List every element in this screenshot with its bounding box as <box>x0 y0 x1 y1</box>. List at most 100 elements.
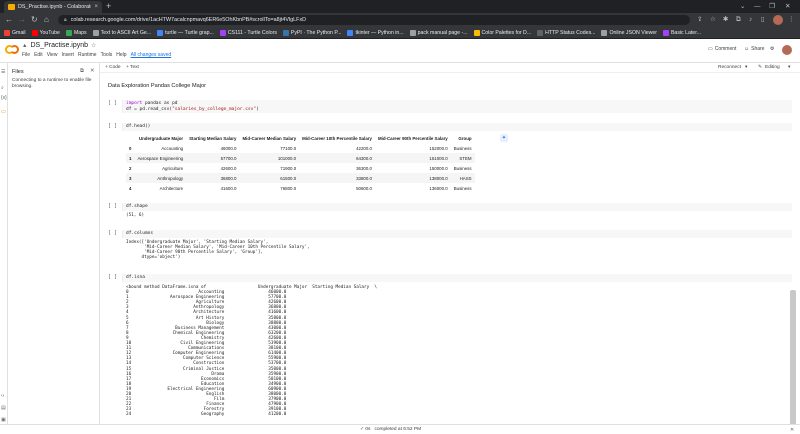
search-icon[interactable]: ⌕ <box>1 85 4 91</box>
left-rail: ☰ ⌕ {x} ▭ ‹› ▤ ▣ <box>0 63 8 430</box>
magic-wand-icon[interactable]: ✦ <box>500 134 508 142</box>
bookmark-item[interactable]: Color Palettes for D... <box>473 29 531 36</box>
edit-pencil-icon: ✎ <box>758 65 763 70</box>
code-cell-import[interactable]: [ ] import pandas as pd df = pd.read_csv… <box>106 100 796 114</box>
run-cell-button[interactable]: [ ] <box>108 123 117 129</box>
extension-puzzle-icon[interactable]: ⧉ <box>736 15 741 25</box>
editing-dropdown-icon[interactable]: ▾ <box>788 65 790 70</box>
menu-file[interactable]: File <box>22 52 30 58</box>
bookmark-item[interactable]: Maps <box>65 29 87 36</box>
code-cell-shape[interactable]: [ ] df.shape (51, 6) <box>106 203 796 221</box>
run-cell-button[interactable]: [ ] <box>108 230 117 236</box>
code-string: "salaries_by_college_major.csv" <box>172 106 257 112</box>
notebook-scrollbar[interactable] <box>790 290 796 425</box>
run-cell-button[interactable]: [ ] <box>108 274 117 280</box>
run-cell-button[interactable]: [ ] <box>108 203 117 209</box>
code-cell-head[interactable]: [ ] df.head() Undergraduate Major Startin… <box>106 123 796 198</box>
browser-tab[interactable]: DS_Practise.ipynb - Colaboratory × <box>4 1 102 13</box>
bookmark-item[interactable]: pack manual page -... <box>409 29 468 36</box>
status-close-icon[interactable]: ✕ <box>790 427 794 433</box>
bookmark-item[interactable]: PyPI · The Python P... <box>282 29 341 36</box>
menu-insert[interactable]: Insert <box>61 52 74 58</box>
media-icon[interactable]: ♪ <box>749 15 752 25</box>
bookmark-item[interactable]: Online JSON Viewer <box>601 29 657 36</box>
share-button[interactable]: ☺ Share <box>744 46 764 52</box>
table-cell: STEM <box>450 153 475 163</box>
editing-mode-button[interactable]: Editing <box>765 65 780 70</box>
add-text-button[interactable]: + Text <box>126 65 139 70</box>
command-palette-icon[interactable]: ▤ <box>1 405 6 411</box>
colab-menubar: File Edit View Insert Runtime Tools Help All ch… <box>22 52 171 58</box>
table-cell: 101000.0 <box>239 153 300 163</box>
colab-profile-avatar[interactable] <box>782 45 792 55</box>
bookmark-item[interactable]: CS111 - Turtle Colors <box>219 29 277 36</box>
code-text: pandas as pd <box>142 101 178 106</box>
comment-icon: ▭ <box>708 46 713 52</box>
settings-gear-icon[interactable]: ⚙ <box>770 46 774 52</box>
menu-runtime[interactable]: Runtime <box>78 52 97 58</box>
bookmark-item[interactable]: HTTP Status Codes... <box>537 29 595 36</box>
folder-icon[interactable]: ▭ <box>1 109 6 115</box>
forward-icon[interactable]: → <box>18 14 26 26</box>
toc-icon[interactable]: ☰ <box>1 69 5 75</box>
back-icon[interactable]: ← <box>5 14 13 26</box>
execution-duration: 0s <box>365 427 371 432</box>
minimize-icon[interactable]: — <box>754 1 761 12</box>
code-snippets-icon[interactable]: ‹› <box>1 393 4 399</box>
code-editor[interactable]: df.shape <box>122 203 792 211</box>
code-editor[interactable]: df.head() <box>122 123 792 131</box>
tab-close-icon[interactable]: × <box>94 4 98 10</box>
notebook-name[interactable]: DS_Practise.ipynb <box>30 42 88 49</box>
add-code-button[interactable]: + Code <box>105 65 121 70</box>
code-cell-isna[interactable]: [ ] df.isna <bound method DataFrame.isna… <box>106 274 796 424</box>
code-editor[interactable]: df.isna <box>122 274 792 282</box>
person-add-icon: ☺ <box>744 46 750 52</box>
colab-logo-icon[interactable] <box>5 45 19 55</box>
bookmark-favicon-icon <box>473 29 480 36</box>
close-panel-icon[interactable]: ✕ <box>90 68 95 74</box>
run-cell-button[interactable]: [ ] <box>108 100 117 106</box>
bookmark-item[interactable]: turtle — Turtle grap... <box>157 29 214 36</box>
bookmark-item[interactable]: Gmail <box>4 29 26 36</box>
maximize-icon[interactable]: ❐ <box>769 1 775 12</box>
runtime-dropdown-icon[interactable]: ▾ <box>745 65 747 70</box>
saved-status-link[interactable]: All changes saved <box>131 52 172 58</box>
menu-help[interactable]: Help <box>116 52 126 58</box>
table-cell: 64300.0 <box>299 153 375 163</box>
menu-tools[interactable]: Tools <box>101 52 113 58</box>
share-icon[interactable]: ⇪ <box>697 15 702 25</box>
extensions-icon[interactable]: ✱ <box>723 15 728 25</box>
table-cell: 46000.0 <box>220 145 237 151</box>
bookmark-item[interactable]: tkinter — Python in... <box>347 29 404 36</box>
table-cell: 77100.0 <box>280 145 297 151</box>
close-window-icon[interactable]: ✕ <box>785 1 790 12</box>
terminal-icon[interactable]: ▣ <box>1 417 6 423</box>
reload-icon[interactable]: ↻ <box>31 14 38 26</box>
bookmark-favicon-icon <box>537 29 544 36</box>
table-cell: Accounting <box>161 145 184 151</box>
browser-menu-icon[interactable]: ⋮ <box>788 15 795 25</box>
bookmark-item[interactable]: Basic Later... <box>662 29 701 36</box>
sidepanel-icon[interactable]: ▯ <box>761 15 765 25</box>
menu-edit[interactable]: Edit <box>34 52 43 58</box>
star-icon[interactable]: ☆ <box>91 42 96 49</box>
markdown-heading-cell[interactable]: Data Exploration Pandas College Major <box>108 83 206 89</box>
tab-search-icon[interactable]: ⌄ <box>740 1 745 12</box>
bookmark-item[interactable]: YouTube <box>31 29 60 36</box>
variables-icon[interactable]: {x} <box>1 95 7 101</box>
open-in-tab-icon[interactable]: ⧉ <box>80 68 84 75</box>
code-editor[interactable]: df.columns <box>122 230 792 238</box>
code-editor[interactable]: import pandas as pd df = pd.read_csv("sa… <box>122 100 792 114</box>
home-icon[interactable]: ⌂ <box>44 14 49 26</box>
bookmark-item[interactable]: Text to ASCII Art Ge... <box>92 29 151 36</box>
menu-view[interactable]: View <box>47 52 58 58</box>
new-tab-button[interactable]: + <box>106 1 111 12</box>
bookmark-star-icon[interactable]: ☆ <box>710 15 716 25</box>
code-cell-columns[interactable]: [ ] df.columns Index(['Undergraduate Maj… <box>106 230 796 266</box>
address-bar[interactable]: 🔒︎ colab.research.google.com/drive/1acHT… <box>58 15 690 25</box>
colab-header: ▲ DS_Practise.ipynb ☆ File Edit View Insert… <box>0 39 800 63</box>
browser-profile-avatar[interactable] <box>773 15 783 25</box>
comment-button[interactable]: ▭ Comment <box>708 46 736 52</box>
reconnect-button[interactable]: Reconnect <box>718 65 741 70</box>
notebook-title-area: ▲ DS_Practise.ipynb ☆ <box>22 42 96 49</box>
